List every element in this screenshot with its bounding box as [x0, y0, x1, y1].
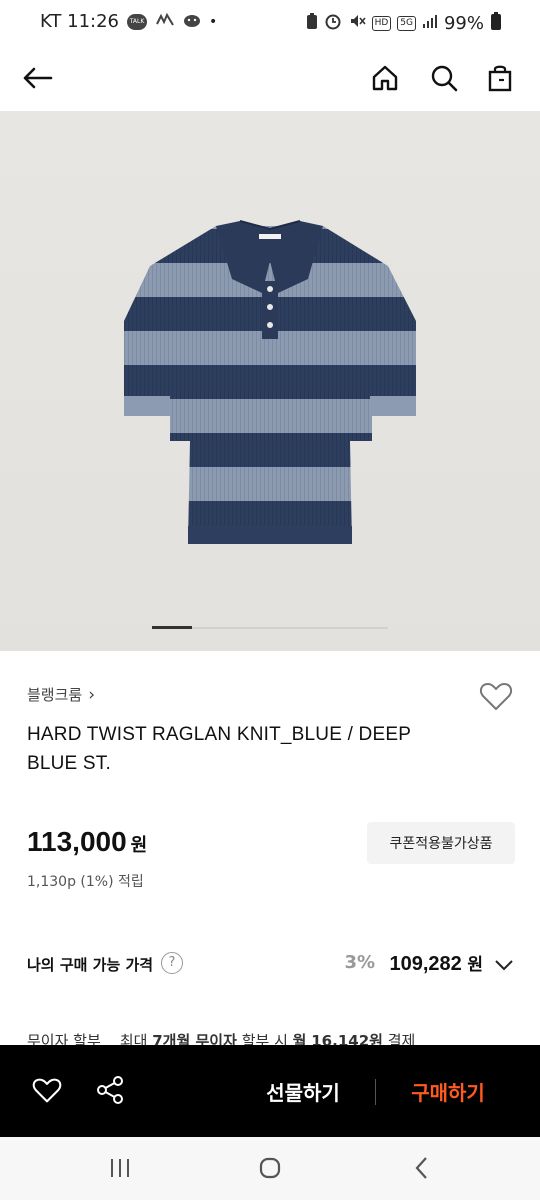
- alarm-icon: [324, 12, 342, 35]
- buy-button[interactable]: 구매하기: [380, 1065, 516, 1117]
- price-currency: 원: [130, 835, 148, 856]
- system-navigation-bar: [0, 1137, 540, 1200]
- top-app-bar: [0, 46, 540, 110]
- battery-level: 99%: [443, 13, 484, 34]
- bottom-action-bar: 선물하기 구매하기: [0, 1045, 540, 1137]
- striped-polo-knit-image: [124, 220, 416, 544]
- wishlist-button[interactable]: [478, 678, 514, 714]
- coupon-status-button[interactable]: 쿠폰적용불가상품: [367, 822, 515, 864]
- action-divider: [375, 1079, 376, 1105]
- back-arrow-icon: [23, 67, 53, 89]
- mute-icon: [348, 12, 366, 35]
- status-bar: KT 11:26 TALK • HD 5G 99%: [0, 0, 540, 46]
- gift-button[interactable]: 선물하기: [236, 1065, 370, 1117]
- product-title: HARD TWIST RAGLAN KNIT_BLUE / DEEP BLUE …: [27, 724, 411, 774]
- discount-price-value: 109,282: [389, 953, 462, 975]
- back-system-button[interactable]: [407, 1155, 437, 1181]
- recent-apps-button[interactable]: [105, 1155, 135, 1181]
- product-price: 113,000: [27, 826, 127, 857]
- system-back-icon: [415, 1157, 427, 1179]
- chevron-down-icon[interactable]: [493, 954, 515, 976]
- more-notifications-dot: •: [209, 13, 218, 30]
- brand-name: 블랭크룸: [27, 686, 83, 704]
- shopping-bag-icon: [488, 65, 512, 92]
- home-system-button[interactable]: [255, 1155, 285, 1181]
- home-circle-icon: [259, 1157, 281, 1179]
- carousel-indicator-active: [152, 626, 192, 629]
- my-purchase-price-row[interactable]: 나의 구매 가능 가격 ? 3% 109,282 원: [27, 948, 515, 980]
- help-icon[interactable]: ?: [161, 952, 183, 974]
- share-icon: [97, 1076, 123, 1104]
- like-button[interactable]: [30, 1073, 66, 1109]
- heart-icon: [479, 683, 513, 710]
- brand-link[interactable]: 블랭크룸 ›: [27, 684, 95, 705]
- status-left: KT 11:26 TALK •: [40, 11, 217, 32]
- product-image[interactable]: [0, 111, 540, 651]
- hd-voice-icon: HD: [371, 16, 392, 31]
- reward-points: 1,130p (1%) 적립: [27, 874, 144, 890]
- discount-rate: 3%: [344, 952, 375, 973]
- battery-icon: [490, 11, 502, 36]
- price-row: 113,000 원: [27, 826, 147, 858]
- my-price-label: 나의 구매 가능 가격: [27, 956, 154, 974]
- search-icon: [431, 65, 458, 92]
- discount-price: 109,282 원: [390, 950, 484, 976]
- cart-button[interactable]: [478, 56, 522, 100]
- discount-price-currency: 원: [467, 955, 483, 974]
- share-button[interactable]: [93, 1073, 129, 1109]
- home-button[interactable]: [363, 56, 407, 100]
- app-notification-icon: [183, 12, 201, 32]
- status-right: HD 5G 99%: [306, 11, 502, 36]
- heart-outline-icon: [32, 1078, 62, 1103]
- kakaotalk-icon: TALK: [127, 13, 147, 30]
- battery-saver-icon: [306, 12, 318, 35]
- carrier-time: KT 11:26: [40, 11, 119, 32]
- home-icon: [372, 65, 398, 91]
- search-button[interactable]: [422, 56, 466, 100]
- recent-apps-icon: [111, 1159, 129, 1177]
- back-button[interactable]: [15, 56, 59, 100]
- network-5g-icon: 5G: [397, 16, 416, 31]
- notification-icon: [155, 12, 175, 32]
- chevron-right-icon: ›: [88, 684, 96, 705]
- signal-icon: [422, 13, 438, 34]
